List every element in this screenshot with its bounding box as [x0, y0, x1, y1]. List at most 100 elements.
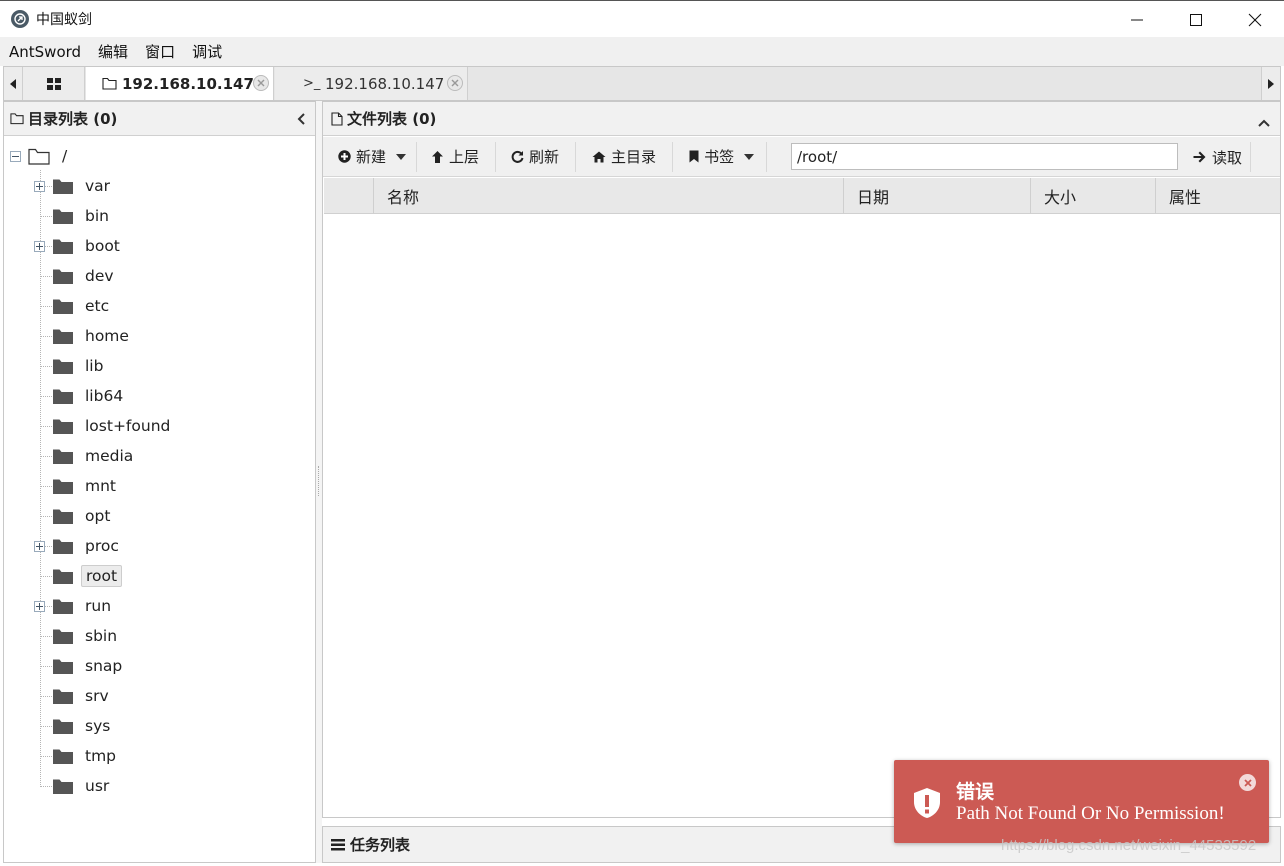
- tree-item-opt[interactable]: opt: [52, 501, 114, 531]
- tab-terminal[interactable]: >_ 192.168.10.147: [275, 67, 468, 100]
- tab-scroll-right-button[interactable]: [1261, 67, 1280, 100]
- menu-window[interactable]: 窗口: [136, 41, 183, 62]
- tree-item-bin[interactable]: bin: [52, 201, 113, 231]
- folder-icon: [53, 689, 73, 704]
- close-button[interactable]: [1225, 1, 1284, 38]
- arrow-left-icon: [10, 78, 16, 89]
- tree-item-label: var: [85, 177, 111, 195]
- expand-toggle[interactable]: [34, 241, 45, 252]
- tree-item-sys[interactable]: sys: [52, 711, 114, 741]
- path-input[interactable]: [791, 143, 1178, 170]
- tree-item-lib64[interactable]: lib64: [52, 381, 127, 411]
- title-bar: 中国蚁剑: [0, 0, 1284, 37]
- tree-item-root[interactable]: root: [52, 561, 123, 591]
- file-grid-header: 名称 日期 大小 属性: [324, 178, 1280, 214]
- tree-item-srv[interactable]: srv: [52, 681, 113, 711]
- tree-item-proc[interactable]: proc: [52, 531, 123, 561]
- parent-dir-label: 上层: [449, 148, 480, 166]
- tree-item-label: lib: [85, 357, 104, 375]
- tree-item-dev[interactable]: dev: [52, 261, 118, 291]
- tree-item-label: lost+found: [85, 417, 171, 435]
- column-header-attributes[interactable]: 属性: [1156, 178, 1280, 214]
- column-header-select[interactable]: [324, 178, 374, 214]
- home-grid-tab[interactable]: [23, 67, 85, 100]
- chevron-left-icon: [297, 113, 305, 125]
- tree-item-run[interactable]: run: [52, 591, 115, 621]
- tab-scroll-left-button[interactable]: [4, 67, 23, 100]
- toast-title: 错误: [956, 781, 995, 803]
- column-header-size[interactable]: 大小: [1031, 178, 1156, 214]
- menu-bar: AntSword 编辑 窗口 调试: [0, 37, 1284, 66]
- folder-icon: [53, 419, 73, 434]
- arrow-right-icon: [1268, 78, 1274, 89]
- file-toolbar: 新建 上层 刷新 主目录 书签 读取: [323, 137, 1280, 177]
- tree-item-label: srv: [85, 687, 109, 705]
- new-button[interactable]: 新建: [323, 141, 418, 172]
- expand-toggle[interactable]: [34, 181, 45, 192]
- tree-item-home[interactable]: home: [52, 321, 133, 351]
- tree-item-label: root: [81, 565, 123, 587]
- folder-icon: [53, 269, 73, 284]
- column-header-date[interactable]: 日期: [844, 178, 1031, 214]
- home-dir-button[interactable]: 主目录: [576, 141, 674, 172]
- tab-label: 192.168.10.147: [325, 74, 445, 93]
- directory-panel-header: 目录列表 (0): [4, 102, 315, 136]
- tree-item-usr[interactable]: usr: [52, 771, 113, 801]
- tab-file-manager[interactable]: 192.168.10.147: [86, 67, 274, 100]
- collapse-up-button[interactable]: [1258, 113, 1270, 131]
- tree-item-tmp[interactable]: tmp: [52, 741, 120, 771]
- refresh-button[interactable]: 刷新: [496, 141, 577, 172]
- folder-icon: [53, 449, 73, 464]
- folder-icon: [53, 359, 73, 374]
- expand-toggle[interactable]: [34, 541, 45, 552]
- tree-item-label: mnt: [85, 477, 116, 495]
- plus-icon: [36, 243, 43, 250]
- folder-icon: [53, 389, 73, 404]
- folder-icon: [53, 179, 73, 194]
- refresh-label: 刷新: [529, 148, 560, 166]
- toast-close-button[interactable]: [1239, 774, 1256, 791]
- tree-item-mnt[interactable]: mnt: [52, 471, 120, 501]
- folder-icon: [53, 659, 73, 674]
- tree-item-etc[interactable]: etc: [52, 291, 113, 321]
- tree-item-label: tmp: [85, 747, 117, 765]
- close-small-icon: [1243, 778, 1252, 787]
- folder-icon: [53, 479, 73, 494]
- tree-item-snap[interactable]: snap: [52, 651, 126, 681]
- expand-toggle[interactable]: [34, 601, 45, 612]
- tab-close-button[interactable]: [253, 75, 269, 91]
- tree-item-sbin[interactable]: sbin: [52, 621, 121, 651]
- collapse-root-toggle[interactable]: [10, 151, 21, 162]
- terminal-icon: >_: [303, 76, 321, 91]
- folder-icon: [53, 719, 73, 734]
- minimize-button[interactable]: [1107, 1, 1166, 38]
- bookmark-icon: [689, 150, 699, 163]
- tree-item-label: sys: [85, 717, 111, 735]
- column-header-name[interactable]: 名称: [374, 178, 844, 214]
- tab-close-button[interactable]: [447, 75, 463, 91]
- bookmark-button[interactable]: 书签: [673, 141, 768, 172]
- menu-debug[interactable]: 调试: [183, 41, 230, 62]
- tree-item-lib[interactable]: lib: [52, 351, 107, 381]
- bookmark-label: 书签: [704, 148, 735, 166]
- file-list-title: 文件列表 (0): [347, 110, 437, 128]
- file-list-panel: 文件列表 (0) 新建 上层 刷新 主目录 书签 /root/ 读取 名称 日期…: [322, 101, 1281, 818]
- tree-item-label: dev: [85, 267, 114, 285]
- read-path-button[interactable]: 读取: [1185, 142, 1252, 172]
- splitter-grip[interactable]: [318, 466, 320, 496]
- tree-item-boot[interactable]: boot: [52, 231, 124, 261]
- menu-antsword[interactable]: AntSword: [0, 43, 89, 61]
- folder-icon: [53, 209, 73, 224]
- tree-root-label: /: [62, 147, 68, 165]
- toast-message: Path Not Found Or No Permission!: [956, 803, 1225, 824]
- tree-root[interactable]: /: [28, 141, 71, 171]
- tree-item-media[interactable]: media: [52, 441, 137, 471]
- parent-dir-button[interactable]: 上层: [417, 141, 497, 172]
- menu-edit[interactable]: 编辑: [89, 41, 136, 62]
- antsword-logo-icon: [11, 10, 29, 28]
- tree-item-lost-found[interactable]: lost+found: [52, 411, 174, 441]
- tree-item-label: lib64: [85, 387, 124, 405]
- maximize-button[interactable]: [1166, 1, 1225, 38]
- collapse-panel-button[interactable]: [297, 111, 307, 129]
- tree-item-var[interactable]: var: [52, 171, 114, 201]
